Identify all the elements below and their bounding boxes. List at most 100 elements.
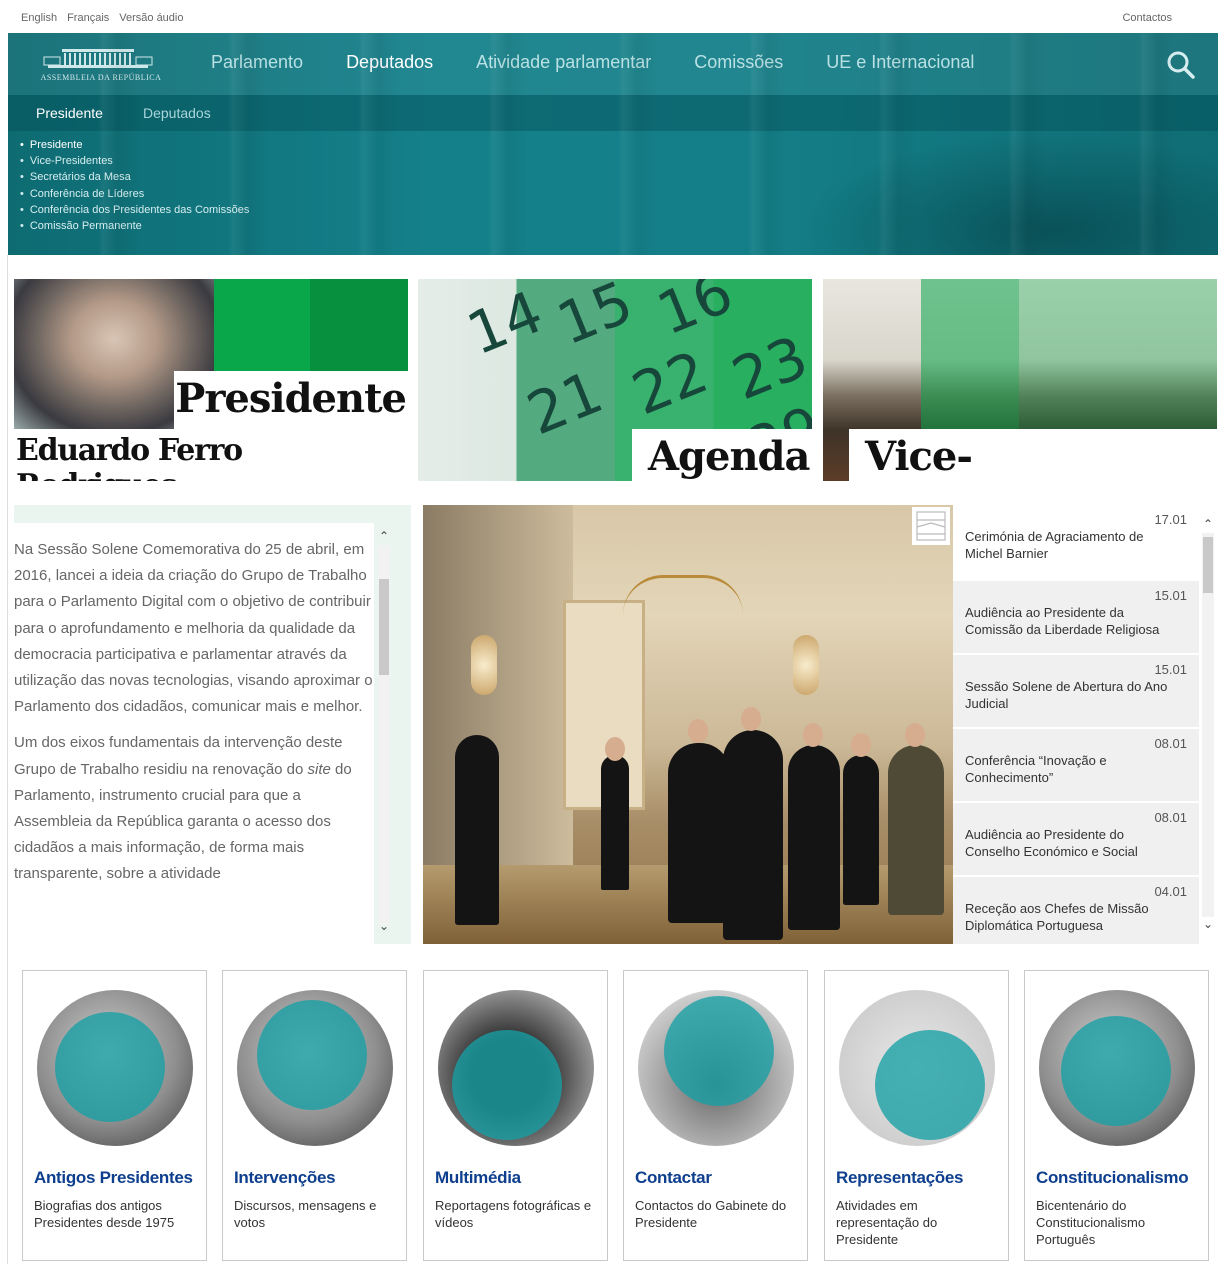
scroll-up-arrow-icon[interactable]: ⌃ bbox=[377, 529, 391, 543]
agenda-item[interactable]: 17.01 Cerimónia de Agraciamento de Miche… bbox=[953, 505, 1199, 577]
sub-navigation: Presidente Deputados bbox=[8, 95, 1218, 131]
agenda-item[interactable]: 08.01 Conferência “Inovação e Conhecimen… bbox=[953, 729, 1199, 801]
photo-person-head bbox=[803, 723, 823, 747]
card-description: Biografias dos antigos Presidentes desde… bbox=[34, 1198, 175, 1230]
lang-english[interactable]: English bbox=[21, 12, 57, 24]
president-name-box: Eduardo Ferro Rodrigues bbox=[14, 429, 408, 481]
menu-item-comissao-permanente[interactable]: Comissão Permanente bbox=[20, 218, 249, 234]
card-constitucionalismo[interactable]: Constitucionalismo Bicentenário do Const… bbox=[1024, 970, 1209, 1261]
agenda-item-date: 15.01 bbox=[1154, 588, 1187, 603]
nav-parlamento[interactable]: Parlamento bbox=[211, 52, 303, 73]
nav-ue-internacional[interactable]: UE e Internacional bbox=[826, 52, 974, 73]
agenda-item-date: 15.01 bbox=[1154, 662, 1187, 677]
photo-person bbox=[601, 755, 629, 890]
agenda-item-date: 08.01 bbox=[1154, 810, 1187, 825]
message-scrollbar[interactable]: ⌃ ⌄ bbox=[377, 523, 391, 944]
card-title: Intervenções bbox=[234, 1168, 336, 1187]
message-text: Um dos eixos fundamentais da intervenção… bbox=[14, 734, 343, 778]
menu-item-presidente[interactable]: Presidente bbox=[20, 137, 249, 153]
card-description: Atividades em representação do President… bbox=[836, 1198, 938, 1247]
president-message-panel: Na Sessão Solene Comemorativa do 25 de a… bbox=[14, 505, 411, 944]
photo-person-head bbox=[688, 719, 708, 743]
page-edge-line bbox=[7, 255, 8, 1264]
agenda-item[interactable]: 15.01 Audiência ao Presidente da Comissã… bbox=[953, 581, 1199, 653]
parliament-building-icon bbox=[43, 49, 153, 68]
vice-presidents-label-box: Vice-Presidentes bbox=[849, 429, 1217, 481]
gallery-expand-icon[interactable] bbox=[912, 507, 950, 545]
former-presidents-image bbox=[37, 990, 193, 1146]
president-name: Eduardo Ferro Rodrigues bbox=[16, 433, 243, 481]
subnav-deputados[interactable]: Deputados bbox=[143, 105, 211, 121]
network-image bbox=[839, 990, 995, 1146]
teal-overlay bbox=[55, 1012, 165, 1122]
card-multimedia[interactable]: Multimédia Reportagens fotográficas e ví… bbox=[423, 970, 608, 1261]
scroll-up-arrow-icon[interactable]: ⌃ bbox=[1201, 517, 1215, 531]
card-contactar[interactable]: Contactar Contactos do Gabinete do Presi… bbox=[623, 970, 808, 1261]
teal-overlay bbox=[875, 1030, 985, 1140]
photo-person-head bbox=[741, 707, 761, 731]
event-photo[interactable] bbox=[423, 505, 953, 944]
vice-presidents-tile-title: Vice-Presidentes bbox=[865, 433, 1118, 481]
scroll-down-arrow-icon[interactable]: ⌄ bbox=[1201, 917, 1215, 931]
agenda-item-title: Cerimónia de Agraciamento de Michel Barn… bbox=[965, 529, 1144, 561]
agenda-item-title: Sessão Solene de Abertura do Ano Judicia… bbox=[965, 679, 1168, 711]
card-description: Reportagens fotográficas e vídeos bbox=[435, 1198, 592, 1230]
contacts-link[interactable]: Contactos bbox=[1122, 12, 1172, 24]
message-paragraph-2: Um dos eixos fundamentais da intervenção… bbox=[14, 730, 374, 887]
photo-person bbox=[455, 735, 499, 925]
agenda-item-title: Audiência ao Presidente da Comissão da L… bbox=[965, 605, 1160, 637]
president-tile[interactable]: Presidente Eduardo Ferro Rodrigues bbox=[14, 279, 408, 481]
lang-french[interactable]: Français bbox=[67, 12, 109, 24]
nav-comissoes[interactable]: Comissões bbox=[694, 52, 783, 73]
parliament-logo[interactable]: ASSEMBLEIA DA REPÚBLICA bbox=[36, 45, 166, 87]
photo-person-head bbox=[605, 737, 625, 761]
agenda-tile-title: Agenda bbox=[648, 433, 810, 480]
nav-deputados[interactable]: Deputados bbox=[346, 52, 433, 73]
menu-item-vice-presidentes[interactable]: Vice-Presidentes bbox=[20, 153, 249, 169]
card-title: Contactar bbox=[635, 1168, 712, 1187]
scroll-down-arrow-icon[interactable]: ⌄ bbox=[377, 919, 391, 933]
teal-overlay bbox=[257, 1000, 367, 1110]
nav-items: Parlamento Deputados Atividade parlament… bbox=[211, 52, 1017, 73]
photo-person-head bbox=[851, 733, 871, 757]
photo-person-head bbox=[905, 723, 925, 747]
photo-person bbox=[668, 743, 730, 923]
audio-version-link[interactable]: Versão áudio bbox=[119, 12, 183, 24]
utility-bar: English Français Versão áudio Contactos bbox=[0, 0, 1222, 34]
green-block bbox=[214, 279, 310, 371]
agenda-item[interactable]: 15.01 Sessão Solene de Abertura do Ano J… bbox=[953, 655, 1199, 727]
agenda-item[interactable]: 08.01 Audiência ao Presidente do Conselh… bbox=[953, 803, 1199, 875]
menu-item-conferencia-presidentes[interactable]: Conferência dos Presidentes das Comissõe… bbox=[20, 202, 250, 218]
menu-item-secretarios[interactable]: Secretários da Mesa bbox=[20, 169, 249, 185]
presidency-menu: Presidente Vice-Presidentes Secretários … bbox=[20, 137, 250, 234]
site-header: ASSEMBLEIA DA REPÚBLICA Parlamento Deput… bbox=[8, 33, 1218, 255]
green-block bbox=[310, 279, 408, 371]
scroll-thumb[interactable] bbox=[1203, 537, 1213, 593]
message-text: do Parlamento, instrumento crucial para … bbox=[14, 760, 352, 883]
subnav-presidente[interactable]: Presidente bbox=[36, 105, 103, 121]
search-icon[interactable] bbox=[1166, 50, 1196, 80]
vice-presidents-tile[interactable]: Vice-Presidentes bbox=[823, 279, 1217, 481]
card-representacoes[interactable]: Representações Atividades em representaç… bbox=[824, 970, 1009, 1261]
menu-item-conferencia-lideres[interactable]: Conferência de Líderes bbox=[20, 186, 249, 202]
photo-person bbox=[888, 745, 944, 915]
president-message-text[interactable]: Na Sessão Solene Comemorativa do 25 de a… bbox=[14, 523, 374, 944]
photo-person bbox=[788, 745, 840, 930]
constitutionalism-image bbox=[1039, 990, 1195, 1146]
camera-lens-image bbox=[438, 990, 594, 1146]
photo-person bbox=[723, 730, 783, 940]
card-intervencoes[interactable]: Intervenções Discursos, mensagens e voto… bbox=[222, 970, 407, 1261]
agenda-item-date: 04.01 bbox=[1154, 884, 1187, 899]
agenda-item[interactable]: 04.01 Receção aos Chefes de Missão Diplo… bbox=[953, 877, 1199, 944]
card-antigos-presidentes[interactable]: Antigos Presidentes Biografias dos antig… bbox=[22, 970, 207, 1261]
teal-overlay bbox=[664, 996, 774, 1106]
agenda-item-title: Receção aos Chefes de Missão Diplomática… bbox=[965, 901, 1149, 933]
logo-text: ASSEMBLEIA DA REPÚBLICA bbox=[40, 73, 162, 82]
agenda-scrollbar[interactable]: ⌃ ⌄ bbox=[1201, 505, 1215, 944]
nav-atividade-parlamentar[interactable]: Atividade parlamentar bbox=[476, 52, 651, 73]
card-description: Contactos do Gabinete do Presidente bbox=[635, 1198, 787, 1230]
card-title: Constitucionalismo bbox=[1036, 1168, 1189, 1187]
card-description: Bicentenário do Constitucionalismo Portu… bbox=[1036, 1198, 1146, 1247]
scroll-thumb[interactable] bbox=[379, 579, 389, 675]
agenda-tile[interactable]: 14 15 16 21 22 23 29 Agenda bbox=[418, 279, 812, 481]
